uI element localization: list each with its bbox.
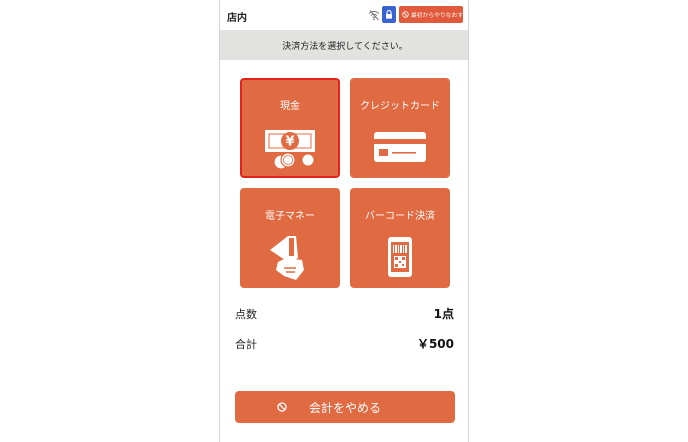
payment-option-barcode[interactable]: バーコード決済	[350, 188, 450, 288]
item-count-label: 点数	[235, 308, 257, 321]
payment-option-label: バーコード決済	[365, 211, 435, 222]
payment-option-credit-card[interactable]: クレジットカード	[350, 78, 450, 178]
payment-option-label: 電子マネー	[265, 211, 315, 222]
payment-option-cash[interactable]: 現金 ¥	[240, 78, 340, 178]
credit-card-icon	[374, 132, 426, 162]
ban-icon	[402, 11, 409, 18]
payment-option-e-money[interactable]: 電子マネー	[240, 188, 340, 288]
wifi-off-icon	[368, 10, 380, 21]
top-bar: 店内 最初からやりなおす	[220, 0, 468, 30]
payment-option-label: クレジットカード	[360, 101, 440, 112]
store-name: 店内	[227, 13, 247, 24]
ban-icon	[277, 402, 287, 412]
restart-button[interactable]: 最初からやりなおす	[399, 6, 463, 23]
lock-button[interactable]	[382, 6, 396, 23]
card-reader-icon	[270, 236, 304, 280]
cash-icon: ¥	[265, 130, 315, 170]
barcode-phone-icon	[388, 237, 412, 277]
cancel-checkout-button[interactable]: 会計をやめる	[235, 391, 455, 423]
payment-option-label: 現金	[280, 101, 300, 112]
svg-text:¥: ¥	[285, 135, 294, 150]
restart-button-label: 最初からやりなおす	[411, 13, 463, 19]
cancel-checkout-label: 会計をやめる	[308, 400, 381, 415]
total-value: ￥500	[416, 337, 454, 351]
total-label: 合計	[235, 338, 257, 351]
item-count-value: 1点	[433, 307, 454, 321]
lock-icon	[386, 10, 392, 19]
instruction-banner: 決済方法を選択してください。	[220, 30, 468, 60]
kiosk-screen: 店内 最初からやりなおす 決済方法を選択してください。 現金 ¥ クレジットカー…	[219, 0, 469, 442]
